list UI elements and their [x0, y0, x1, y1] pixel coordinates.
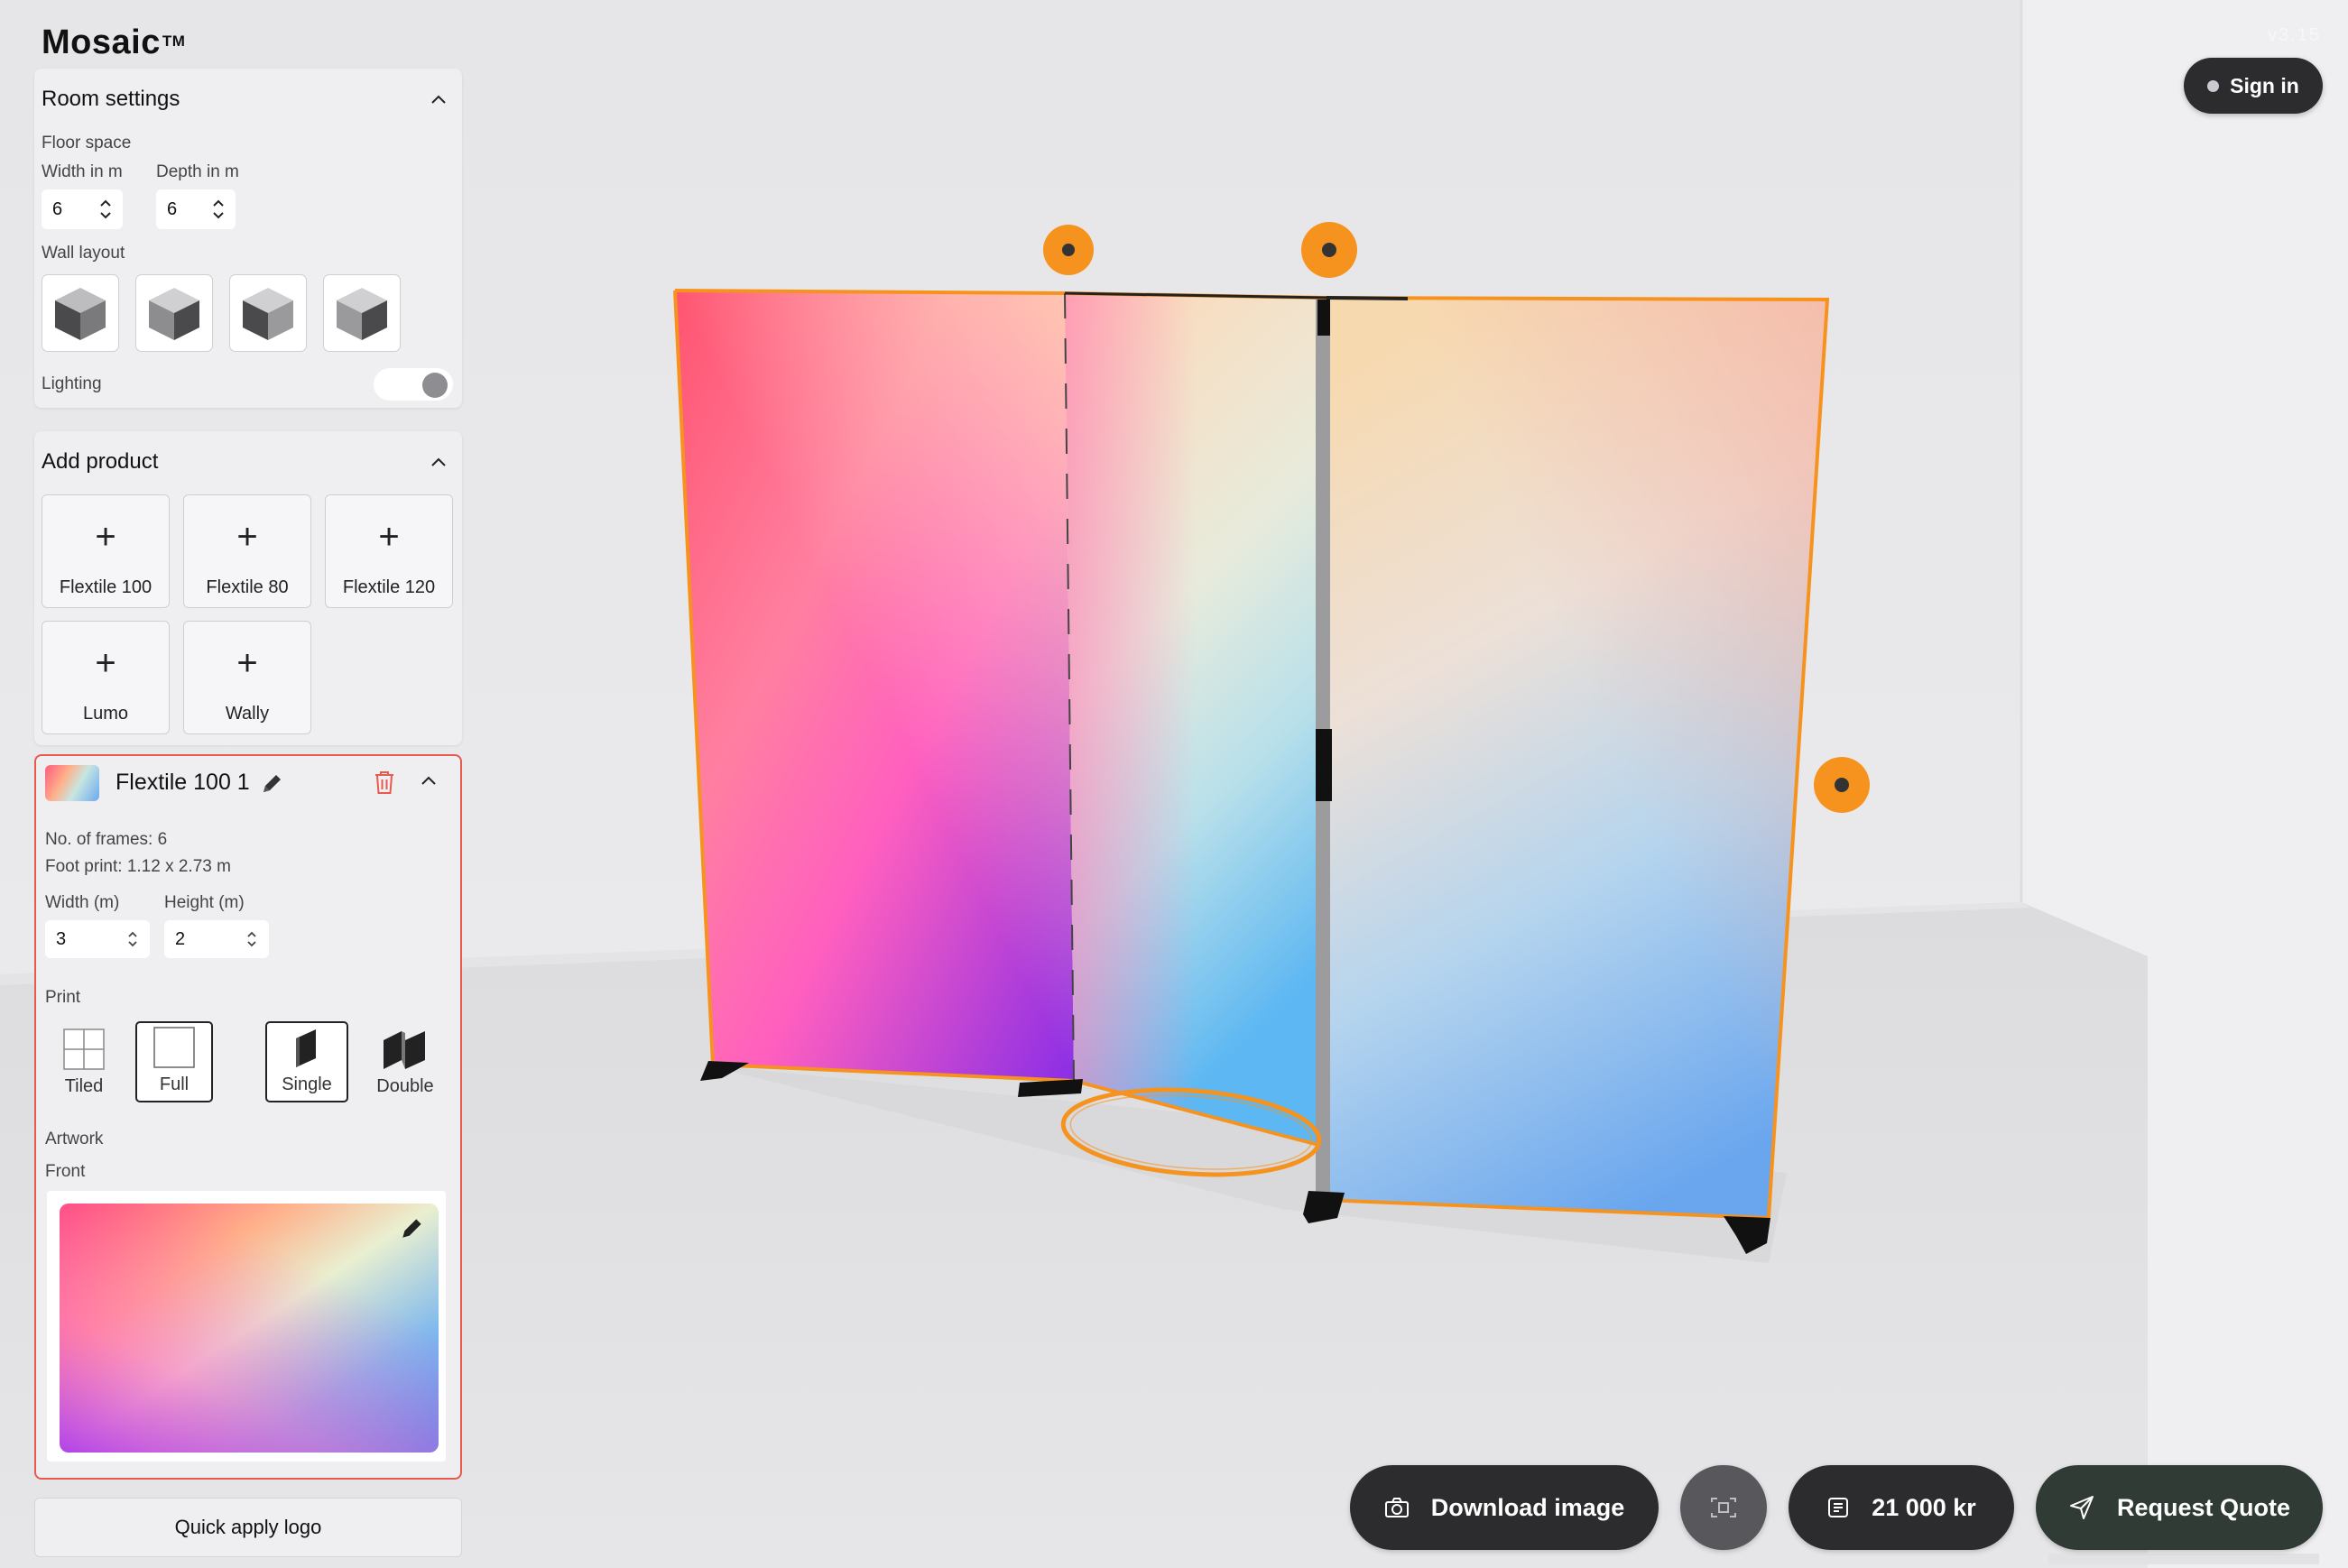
resize-handle-top-left[interactable]: [1043, 225, 1094, 275]
ar-view-button[interactable]: [1680, 1465, 1767, 1550]
print-option-label: Full: [159, 1075, 190, 1094]
plus-icon: +: [95, 517, 116, 557]
print-label: Print: [45, 988, 81, 1007]
print-full-button[interactable]: Full: [135, 1021, 213, 1102]
room-settings-panel: Room settings: [34, 69, 462, 408]
plus-icon: +: [236, 517, 258, 557]
frames-count: No. of frames: 6: [45, 830, 168, 849]
product-name: Lumo: [82, 704, 129, 724]
product-width-input[interactable]: 3: [45, 920, 150, 958]
receipt-icon: [1826, 1496, 1850, 1519]
cube-icon: [243, 288, 293, 340]
price-label: 21 000 kr: [1872, 1493, 1976, 1521]
request-quote-button[interactable]: Request Quote: [2036, 1465, 2323, 1550]
sign-in-button[interactable]: Sign in: [2184, 58, 2323, 114]
camera-icon: [1384, 1497, 1410, 1518]
wall-layout-label: Wall layout: [42, 244, 125, 263]
pencil-icon[interactable]: [399, 1214, 426, 1246]
room-settings-title: Room settings: [42, 87, 180, 111]
room-depth-input[interactable]: 6: [156, 189, 236, 229]
status-dot-icon: [2207, 79, 2220, 92]
wall-layout-option-1[interactable]: [42, 274, 119, 352]
quick-apply-logo-button[interactable]: Quick apply logo: [34, 1498, 462, 1557]
product-width-label: Width (m): [45, 893, 120, 912]
request-quote-label: Request Quote: [2116, 1493, 2291, 1521]
add-product-wally[interactable]: + Wally: [183, 621, 311, 734]
room-depth-value: 6: [167, 198, 178, 219]
product-thumbnail: [45, 765, 99, 801]
product-height-value: 2: [175, 928, 186, 949]
stepper-icon[interactable]: [245, 929, 258, 949]
grid-icon: [63, 1028, 105, 1070]
room-settings-header[interactable]: Room settings: [42, 81, 451, 117]
product-name: Flextile 120: [342, 577, 436, 597]
app-version: v3.15: [2268, 25, 2321, 45]
product-height-label: Height (m): [164, 893, 245, 912]
product-width-value: 3: [56, 928, 67, 949]
brand-name: Mosaic: [42, 23, 161, 61]
add-product-header[interactable]: Add product: [42, 444, 451, 480]
product-name: Wally: [225, 704, 270, 724]
chevron-up-icon[interactable]: [421, 774, 437, 790]
print-option-label: Single: [282, 1075, 332, 1094]
plus-icon: +: [378, 517, 400, 557]
download-image-label: Download image: [1430, 1493, 1625, 1521]
add-product-flextile-100[interactable]: + Flextile 100: [42, 494, 170, 608]
artwork-preview[interactable]: [60, 1204, 439, 1453]
send-icon: [2068, 1494, 2095, 1521]
plus-icon: +: [95, 643, 116, 683]
cube-icon: [149, 288, 199, 340]
artwork-label: Artwork: [45, 1130, 104, 1148]
stepper-icon[interactable]: [212, 198, 225, 221]
price-summary-button[interactable]: 21 000 kr: [1789, 1465, 2014, 1550]
ar-icon: [1710, 1497, 1737, 1518]
chevron-up-icon[interactable]: [426, 87, 451, 112]
add-product-flextile-80[interactable]: + Flextile 80: [183, 494, 311, 608]
pencil-icon[interactable]: [260, 770, 285, 800]
room-width-input[interactable]: 6: [42, 189, 123, 229]
print-option-label: Tiled: [64, 1076, 104, 1096]
footprint: Foot print: 1.12 x 2.73 m: [45, 857, 231, 876]
lighting-toggle[interactable]: [374, 368, 453, 401]
download-image-button[interactable]: Download image: [1350, 1465, 1659, 1550]
lighting-label: Lighting: [42, 374, 102, 393]
square-icon: [153, 1027, 195, 1068]
quick-apply-logo-label: Quick apply logo: [174, 1516, 322, 1538]
cube-icon: [55, 288, 106, 340]
stepper-icon[interactable]: [126, 929, 139, 949]
resize-handle-top-middle[interactable]: [1301, 222, 1357, 278]
print-double-button[interactable]: Double: [361, 1021, 449, 1102]
width-label: Width in m: [42, 162, 123, 181]
trademark: TM: [162, 32, 186, 50]
trash-icon[interactable]: [372, 769, 397, 800]
add-product-title: Add product: [42, 449, 159, 474]
add-product-lumo[interactable]: + Lumo: [42, 621, 170, 734]
depth-label: Depth in m: [156, 162, 239, 181]
resize-handle-right[interactable]: [1814, 757, 1870, 813]
toggle-knob: [422, 373, 448, 398]
wall-layout-option-2[interactable]: [135, 274, 213, 352]
single-side-icon: [296, 1029, 316, 1067]
product-name: Flextile 80: [206, 577, 289, 597]
cube-icon: [337, 288, 387, 340]
print-single-button[interactable]: Single: [265, 1021, 348, 1102]
add-product-flextile-120[interactable]: + Flextile 120: [325, 494, 453, 608]
product-name: Flextile 100: [59, 577, 153, 597]
selected-product-name: Flextile 100 1: [116, 770, 250, 795]
front-label: Front: [45, 1162, 86, 1181]
wall-layout-option-4[interactable]: [323, 274, 401, 352]
double-side-icon: [384, 1031, 425, 1069]
plus-icon: +: [236, 643, 258, 683]
chevron-up-icon[interactable]: [426, 449, 451, 475]
brand-logo: Mosaic TM: [42, 23, 185, 62]
stepper-icon[interactable]: [99, 198, 112, 221]
room-width-value: 6: [52, 198, 63, 219]
wall-layout-option-3[interactable]: [229, 274, 307, 352]
print-option-label: Double: [376, 1076, 434, 1096]
floor-space-label: Floor space: [42, 134, 132, 152]
print-tiled-button[interactable]: Tiled: [45, 1021, 123, 1102]
product-height-input[interactable]: 2: [164, 920, 269, 958]
sign-in-label: Sign in: [2230, 73, 2299, 97]
